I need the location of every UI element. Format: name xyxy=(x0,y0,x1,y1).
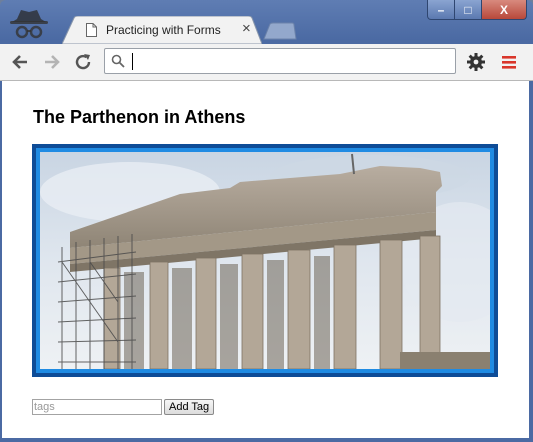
add-tag-button[interactable]: Add Tag xyxy=(164,399,215,415)
text-caret xyxy=(132,53,133,70)
minimize-button[interactable]: – xyxy=(427,0,455,20)
photo-frame xyxy=(32,144,498,377)
close-window-button[interactable]: X xyxy=(482,0,527,20)
browser-toolbar xyxy=(0,44,533,81)
incognito-icon xyxy=(8,8,50,42)
browser-window: Practicing with Forms × – □ X The Parthe… xyxy=(0,0,533,442)
maximize-button[interactable]: □ xyxy=(455,0,482,20)
search-icon xyxy=(111,54,125,73)
back-arrow-icon[interactable] xyxy=(8,50,32,74)
page-content: The Parthenon in Athens tags Add Tag xyxy=(2,81,529,438)
new-tab-button[interactable] xyxy=(262,22,298,40)
tab-practicing-with-forms[interactable]: Practicing with Forms × xyxy=(62,16,262,44)
parthenon-image xyxy=(40,152,490,369)
page-title: The Parthenon in Athens xyxy=(33,107,246,127)
page-icon xyxy=(86,23,97,37)
reload-icon[interactable] xyxy=(71,50,95,74)
forward-arrow-icon[interactable] xyxy=(40,50,64,74)
tab-close-button[interactable]: × xyxy=(242,21,251,36)
menu-icon[interactable] xyxy=(497,50,521,74)
gear-icon[interactable] xyxy=(464,50,488,74)
address-bar[interactable] xyxy=(104,48,456,74)
window-controls: – □ X xyxy=(427,0,527,20)
tags-input[interactable] xyxy=(32,399,162,415)
tab-title: Practicing with Forms xyxy=(106,23,221,37)
